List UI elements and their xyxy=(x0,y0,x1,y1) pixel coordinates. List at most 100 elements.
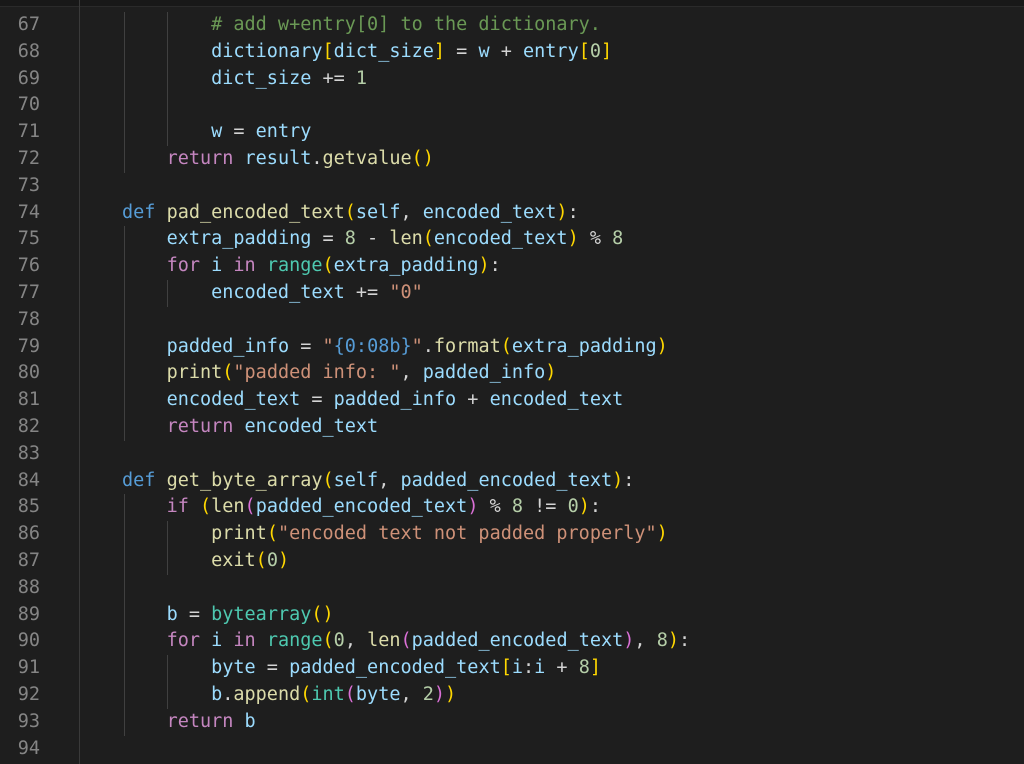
code-token: padded_encoded_text xyxy=(255,496,468,518)
code-text[interactable]: padded_info = "{0:08b}".format(extra_pad… xyxy=(122,334,668,361)
code-line[interactable]: 73 xyxy=(0,173,1024,200)
code-line[interactable]: 90 for i in range(0, len(padded_encoded_… xyxy=(0,628,1024,655)
code-token: += xyxy=(311,67,356,89)
code-token: () xyxy=(411,148,434,169)
code-token: ( xyxy=(244,496,256,518)
code-line[interactable]: 93 return b xyxy=(0,709,1024,736)
line-number: 73 xyxy=(17,174,40,196)
code-token: = xyxy=(300,389,334,411)
code-line[interactable]: 74 def pad_encoded_text(self, encoded_tex… xyxy=(0,200,1024,227)
code-token: ( xyxy=(400,630,412,652)
code-token: 8 xyxy=(511,496,524,518)
code-token: ) xyxy=(623,630,635,652)
code-token: encoded_text xyxy=(422,201,557,223)
code-token: encoded_text xyxy=(433,228,568,250)
code-token: ) xyxy=(445,684,457,705)
code-token: "padded info: " xyxy=(233,362,401,384)
code-text[interactable]: for i in range(0, len(padded_encoded_tex… xyxy=(122,628,691,655)
code-line[interactable]: 79 padded_info = "{0:08b}".format(extra_… xyxy=(0,334,1024,361)
code-token: = xyxy=(255,657,290,679)
code-token: "0" xyxy=(389,282,423,303)
code-text[interactable]: for i in range(extra_padding): xyxy=(122,253,501,280)
code-token: padded_info xyxy=(333,389,457,411)
code-token: padded_encoded_text xyxy=(289,657,501,679)
code-text[interactable]: extra_padding = 8 - len(encoded_text) % … xyxy=(122,226,624,253)
code-line[interactable]: 82 return encoded_text xyxy=(0,414,1024,441)
code-line[interactable]: 84 def get_byte_array(self, padded_encode… xyxy=(0,468,1024,495)
code-text[interactable]: encoded_text += "0" xyxy=(122,280,423,307)
code-token: self xyxy=(355,201,401,223)
code-text[interactable]: return encoded_text xyxy=(122,414,379,441)
code-token: [ xyxy=(322,40,334,62)
code-line[interactable]: 89 b = bytearray() xyxy=(0,602,1024,629)
code-token: ( xyxy=(500,335,512,357)
code-text[interactable]: dict_size += 1 xyxy=(122,66,367,93)
code-token: entry xyxy=(523,40,579,62)
code-editor[interactable]: 67 # add w+entry[0] to the dictionary. 68… xyxy=(0,0,1024,764)
line-number: 94 xyxy=(17,737,40,759)
code-token: " xyxy=(411,335,423,357)
code-line[interactable]: 80 print("padded info: ", padded_info) xyxy=(0,360,1024,387)
code-token: return xyxy=(166,710,234,732)
code-line[interactable]: 68 dictionary[dict_size] = w + entry[0] xyxy=(0,39,1024,66)
code-line[interactable]: 77 encoded_text += "0" xyxy=(0,280,1024,307)
code-line[interactable]: 88 xyxy=(0,575,1024,602)
code-text[interactable]: # add w+entry[0] to the dictionary. xyxy=(122,12,601,39)
code-token: i xyxy=(534,657,546,679)
code-text[interactable]: b = bytearray() xyxy=(122,602,334,629)
code-token: ( xyxy=(344,684,356,705)
code-text[interactable]: return b xyxy=(122,709,256,736)
code-text[interactable]: print("padded info: ", padded_info) xyxy=(122,360,557,387)
code-line[interactable]: 72 return result.getvalue() xyxy=(0,146,1024,173)
code-line[interactable]: 87 exit(0) xyxy=(0,548,1024,575)
code-token: encoded_text xyxy=(244,416,379,437)
code-token: 0 xyxy=(589,40,601,62)
code-token: "encoded text not padded properly" xyxy=(277,523,657,545)
code-text[interactable]: exit(0) xyxy=(122,548,289,575)
code-token: ( xyxy=(322,469,334,491)
code-token: ] xyxy=(601,40,613,62)
code-line[interactable]: 70 xyxy=(0,92,1024,119)
code-token: . xyxy=(222,684,234,705)
code-line[interactable]: 85 if (len(padded_encoded_text) % 8 != 0… xyxy=(0,494,1024,521)
code-line[interactable]: 92 b.append(int(byte, 2)) xyxy=(0,682,1024,709)
code-line[interactable]: 76 for i in range(extra_padding): xyxy=(0,253,1024,280)
code-text[interactable]: encoded_text = padded_info + encoded_tex… xyxy=(122,387,624,414)
code-token: , xyxy=(400,684,423,705)
code-text[interactable]: b.append(int(byte, 2)) xyxy=(122,682,456,709)
code-line[interactable]: 75 extra_padding = 8 - len(encoded_text)… xyxy=(0,226,1024,253)
code-token: ( xyxy=(322,630,334,652)
code-text[interactable]: return result.getvalue() xyxy=(122,146,434,173)
code-token: = xyxy=(222,121,256,143)
code-text[interactable]: if (len(padded_encoded_text) % 8 != 0): xyxy=(122,494,601,521)
code-token: entry xyxy=(255,121,312,143)
code-token: append xyxy=(233,684,301,705)
code-token: : xyxy=(623,469,635,491)
code-text[interactable]: byte = padded_encoded_text[i:i + 8] xyxy=(122,655,601,682)
line-number: 71 xyxy=(17,121,40,143)
code-token: dict_size xyxy=(333,40,434,62)
code-line[interactable]: 91 byte = padded_encoded_text[i:i + 8] xyxy=(0,655,1024,682)
code-line[interactable]: 69 dict_size += 1 xyxy=(0,66,1024,93)
code-line[interactable]: 86 print("encoded text not padded proper… xyxy=(0,521,1024,548)
code-token: : xyxy=(589,496,601,518)
code-text[interactable]: w = entry xyxy=(122,119,311,146)
code-line[interactable]: 83 xyxy=(0,441,1024,468)
code-line[interactable]: 81 encoded_text = padded_info + encoded_… xyxy=(0,387,1024,414)
code-text[interactable]: def pad_encoded_text(self, encoded_text)… xyxy=(122,200,579,227)
code-line[interactable]: 67 # add w+entry[0] to the dictionary. xyxy=(0,12,1024,39)
code-line[interactable]: 78 xyxy=(0,307,1024,334)
code-token: 8 xyxy=(344,228,356,250)
code-text[interactable]: print("encoded text not padded properly"… xyxy=(122,521,668,548)
code-text[interactable]: dictionary[dict_size] = w + entry[0] xyxy=(122,39,612,66)
line-number: 83 xyxy=(17,442,40,464)
code-line[interactable]: 94 xyxy=(0,736,1024,763)
code-line[interactable]: 71 w = entry xyxy=(0,119,1024,146)
code-text[interactable]: def get_byte_array(self, padded_encoded_… xyxy=(122,468,634,495)
code-token: print xyxy=(166,362,223,384)
